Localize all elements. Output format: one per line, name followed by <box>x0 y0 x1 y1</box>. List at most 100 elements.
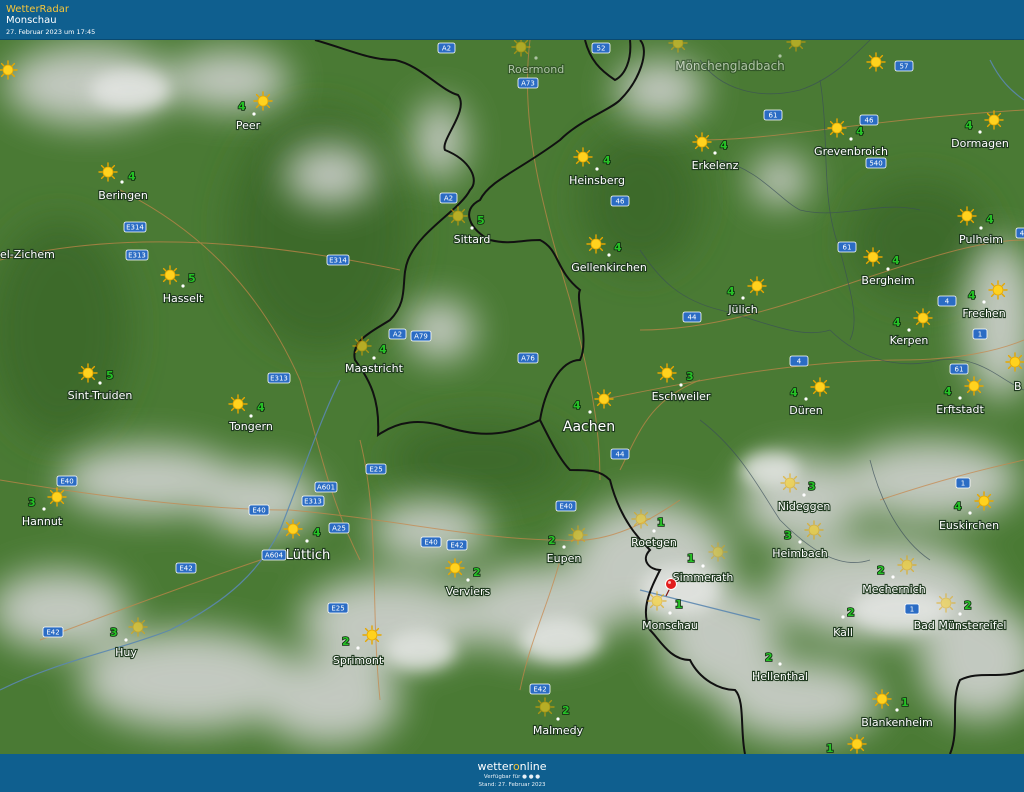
forecast-value: 4 <box>313 526 321 539</box>
sun-icon <box>128 617 148 637</box>
road-shield: E42 <box>446 539 468 551</box>
forecast-value: 4 <box>128 170 136 183</box>
road-shield: E25 <box>327 602 349 614</box>
town-label: Lüttich <box>286 548 330 563</box>
road-shield: E42 <box>175 562 197 574</box>
sun-icon <box>988 280 1008 300</box>
road-shield: 52 <box>591 42 611 54</box>
android-icon[interactable]: ● <box>529 774 534 780</box>
road-shield: 4 <box>937 295 957 307</box>
svg-text:1: 1 <box>978 331 982 339</box>
road-shield: 1 <box>904 603 920 615</box>
road-shield: 46 <box>610 195 630 207</box>
svg-text:A76: A76 <box>521 355 535 363</box>
road-shield: 57 <box>894 60 914 72</box>
svg-text:4: 4 <box>797 358 802 366</box>
forecast-value: 4 <box>573 399 581 412</box>
forecast-value: 4 <box>257 401 265 414</box>
forecast-value: 1 <box>687 552 695 565</box>
road-shield: E313 <box>125 249 149 261</box>
town-label: Grevenbroich <box>814 145 888 158</box>
road-shield: E313 <box>267 372 291 384</box>
svg-text:540: 540 <box>869 160 882 168</box>
town-label: Maastricht <box>345 362 404 375</box>
forecast-value: 2 <box>473 566 481 579</box>
road-shield: A2 <box>439 192 458 204</box>
forecast-value: 2 <box>877 564 885 577</box>
town-label: Eschweiler <box>652 390 711 403</box>
svg-text:A2: A2 <box>444 195 453 203</box>
svg-text:1: 1 <box>910 606 914 614</box>
sun-icon <box>47 487 67 507</box>
forecast-value: 4 <box>614 241 622 254</box>
station-el-zichem: el-Zichem <box>0 247 56 262</box>
forecast-value: 4 <box>727 285 735 298</box>
town-label: Hannut <box>22 515 63 528</box>
svg-text:E40: E40 <box>60 478 73 486</box>
sun-icon <box>984 110 1004 130</box>
road-shield: E42 <box>529 683 551 695</box>
town-label: Pulheim <box>959 233 1003 246</box>
town-label: Kall <box>833 626 853 639</box>
forecast-value: 3 <box>808 480 816 493</box>
town-label: Monschau <box>642 619 698 632</box>
forecast-value: 5 <box>188 272 196 285</box>
radar-map[interactable]: 4 Peer 4 Beringen el-Zichem 5 Hasselt 5 … <box>0 40 1024 754</box>
town-label: Kerpen <box>890 334 929 347</box>
forecast-value: 4 <box>892 254 900 267</box>
sun-icon <box>780 473 800 493</box>
forecast-value: 4 <box>790 386 798 399</box>
sun-icon <box>594 389 614 409</box>
svg-text:E25: E25 <box>331 605 344 613</box>
sun-icon <box>78 363 98 383</box>
town-label: Simmerath <box>673 571 734 584</box>
town-label: Heimbach <box>772 547 828 560</box>
sun-icon <box>98 162 118 182</box>
forecast-value: 2 <box>765 651 773 664</box>
brand-logo[interactable]: wetteronline <box>0 760 1024 773</box>
forecast-value: 5 <box>477 214 485 227</box>
town-label: Verviers <box>446 585 491 598</box>
forecast-value: 4 <box>893 316 901 329</box>
road-shield: A2 <box>388 328 407 340</box>
apple-icon[interactable]: ● <box>522 774 527 780</box>
forecast-value: 3 <box>686 370 694 383</box>
svg-text:4: 4 <box>1020 230 1024 238</box>
svg-text:E42: E42 <box>46 629 59 637</box>
svg-text:61: 61 <box>769 112 778 120</box>
forecast-value: 1 <box>675 598 683 611</box>
road-shield: E40 <box>420 536 442 548</box>
map-canvas[interactable]: 4 Peer 4 Beringen el-Zichem 5 Hasselt 5 … <box>0 40 1024 754</box>
road-shield: A601 <box>314 481 338 493</box>
forecast-value: 4 <box>954 500 962 513</box>
forecast-value: 2 <box>964 599 972 612</box>
road-shield: E313 <box>301 495 325 507</box>
svg-text:E314: E314 <box>126 224 144 232</box>
sun-icon <box>872 689 892 709</box>
forecast-value: 4 <box>944 385 952 398</box>
svg-text:A25: A25 <box>332 525 346 533</box>
svg-text:61: 61 <box>843 244 852 252</box>
town-label: Dormagen <box>951 137 1009 150</box>
town-label: Euskirchen <box>939 519 999 532</box>
sun-icon <box>0 60 18 80</box>
town-label: Nideggen <box>778 500 831 513</box>
sun-icon <box>445 558 465 578</box>
svg-text:A601: A601 <box>317 484 335 492</box>
town-label: B <box>1014 380 1022 393</box>
town-label: Tongern <box>228 420 273 433</box>
town-label: Düren <box>789 404 822 417</box>
town-label: Hasselt <box>163 292 204 305</box>
road-shield: 46 <box>859 114 879 126</box>
device-icon[interactable]: ● <box>535 774 540 780</box>
town-label: Eupen <box>547 552 582 565</box>
sun-icon <box>362 625 382 645</box>
sun-icon <box>352 336 372 356</box>
road-shield: E40 <box>56 475 78 487</box>
town-label: Heinsberg <box>569 174 625 187</box>
availability-note: Verfügbar für ● ● ● <box>483 774 541 780</box>
sun-icon <box>160 265 180 285</box>
sun-icon <box>647 591 667 611</box>
svg-text:E40: E40 <box>559 503 572 511</box>
road-shield: E314 <box>326 254 350 266</box>
